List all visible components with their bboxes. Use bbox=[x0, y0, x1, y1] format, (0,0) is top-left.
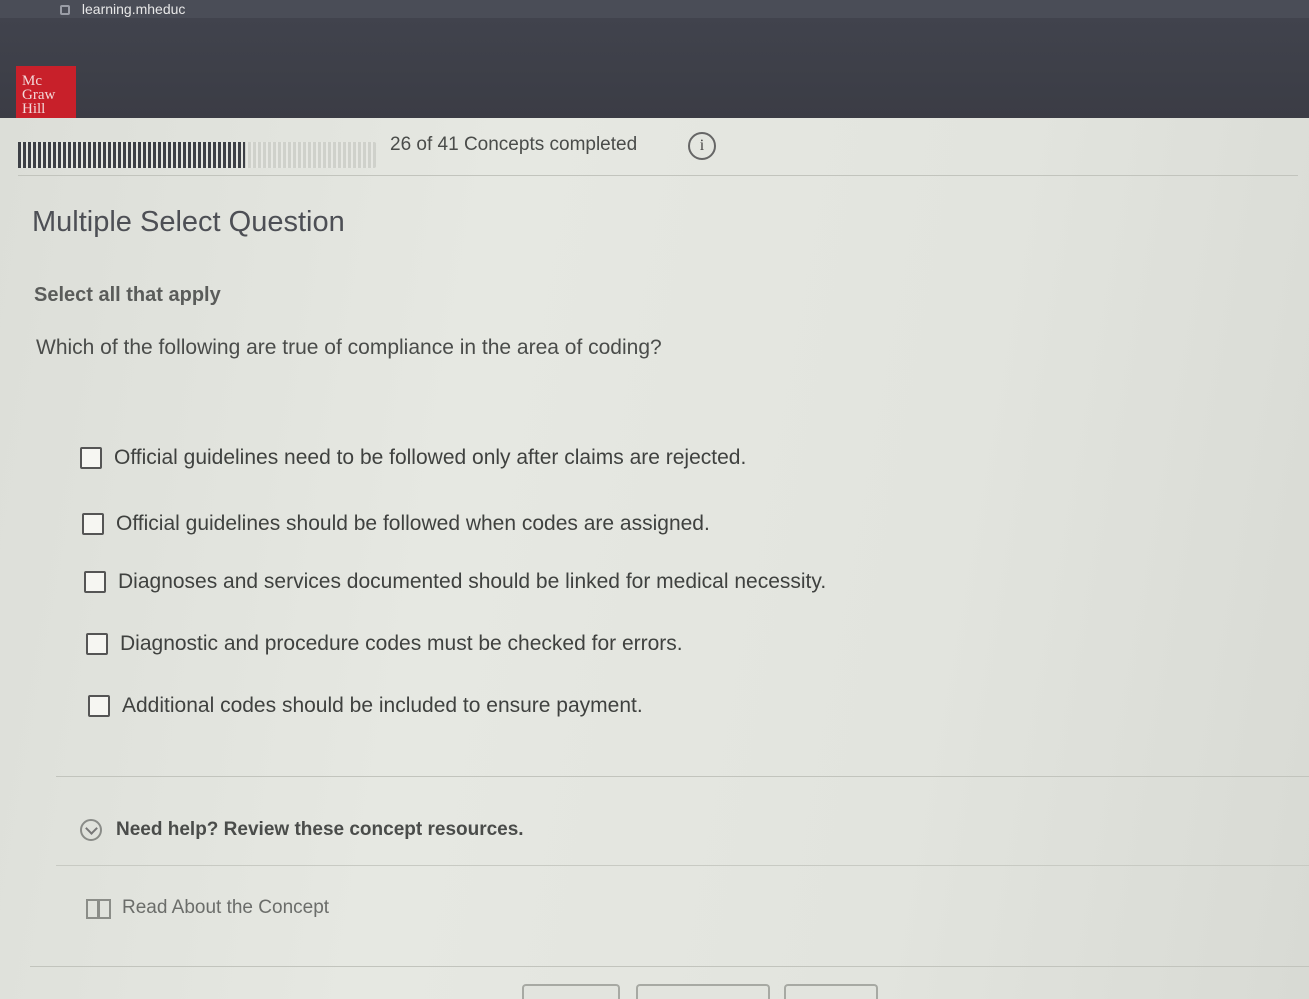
help-panel: Need help? Review these concept resource… bbox=[56, 776, 1309, 956]
answer-option-label: Additional codes should be included to e… bbox=[122, 694, 643, 717]
progress-bar-fill bbox=[18, 142, 245, 168]
divider bbox=[30, 966, 1309, 967]
answer-checkbox[interactable] bbox=[80, 447, 102, 469]
answer-option-label: Official guidelines should be followed w… bbox=[116, 512, 710, 535]
browser-url-bar[interactable]: learning.mheduc bbox=[0, 0, 1309, 18]
nav-button[interactable] bbox=[522, 984, 620, 999]
answer-checkbox[interactable] bbox=[88, 695, 110, 717]
url-text: learning.mheduc bbox=[81, 1, 186, 17]
app-header: Mc Graw Hill bbox=[0, 18, 1309, 130]
progress-label: 26 of 41 Concepts completed bbox=[390, 134, 638, 155]
logo-line-2: Graw bbox=[22, 87, 56, 103]
answer-checkbox[interactable] bbox=[84, 571, 106, 593]
logo-line-3: Hill bbox=[22, 101, 46, 117]
answer-option-5[interactable]: Additional codes should be included to e… bbox=[88, 694, 643, 718]
help-toggle[interactable]: Need help? Review these concept resource… bbox=[80, 819, 524, 841]
divider bbox=[56, 865, 1309, 866]
question-prompt: Which of the following are true of compl… bbox=[36, 336, 662, 359]
read-about-concept-label: Read About the Concept bbox=[122, 897, 330, 918]
chevron-down-icon bbox=[80, 819, 102, 841]
answer-option-3[interactable]: Diagnoses and services documented should… bbox=[84, 570, 826, 594]
answer-checkbox[interactable] bbox=[86, 633, 108, 655]
logo-line-1: Mc bbox=[22, 73, 42, 89]
lock-icon bbox=[60, 5, 70, 16]
book-icon bbox=[86, 899, 111, 919]
read-about-concept-link[interactable]: Read About the Concept bbox=[86, 897, 329, 919]
help-toggle-label: Need help? Review these concept resource… bbox=[116, 819, 524, 840]
concept-progress-bar bbox=[18, 142, 376, 168]
answer-option-1[interactable]: Official guidelines need to be followed … bbox=[80, 446, 746, 470]
answer-option-label: Diagnoses and services documented should… bbox=[118, 570, 827, 593]
nav-button[interactable] bbox=[784, 984, 878, 999]
answer-checkbox[interactable] bbox=[82, 513, 104, 535]
progress-row: 26 of 41 Concepts completed i bbox=[18, 132, 1298, 176]
answer-option-label: Diagnostic and procedure codes must be c… bbox=[120, 632, 683, 655]
info-icon[interactable]: i bbox=[688, 132, 716, 160]
answer-option-label: Official guidelines need to be followed … bbox=[114, 446, 747, 469]
question-type-title: Multiple Select Question bbox=[32, 206, 345, 238]
question-instruction: Select all that apply bbox=[34, 284, 221, 306]
answer-option-2[interactable]: Official guidelines should be followed w… bbox=[82, 512, 710, 536]
nav-button[interactable] bbox=[636, 984, 770, 999]
main-content: 26 of 41 Concepts completed i Multiple S… bbox=[0, 118, 1309, 999]
answer-option-4[interactable]: Diagnostic and procedure codes must be c… bbox=[86, 632, 683, 656]
